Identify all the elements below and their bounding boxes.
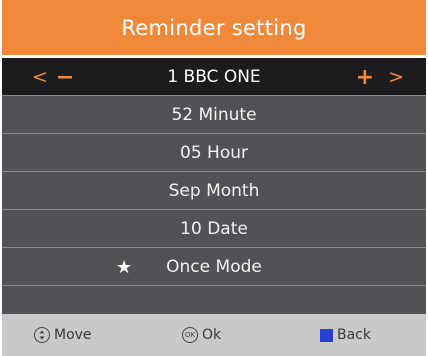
- move-hint: Move: [34, 314, 92, 356]
- minus-icon: −: [55, 64, 75, 90]
- reminder-setting-dialog: Reminder setting < − 1 BBC ONE + > 52 Mi…: [2, 0, 426, 356]
- chevron-left-icon: <: [32, 66, 48, 88]
- channel-decrement[interactable]: < −: [32, 58, 74, 96]
- move-label: Move: [54, 327, 92, 343]
- blue-key-icon: [320, 328, 333, 342]
- empty-row: [2, 286, 426, 314]
- date-row[interactable]: 10 Date: [2, 210, 426, 248]
- dialog-header: Reminder setting: [2, 0, 426, 58]
- date-value: 10 Date: [180, 218, 248, 239]
- minute-row[interactable]: 52 Minute: [2, 96, 426, 134]
- month-value: Sep Month: [168, 180, 260, 201]
- hour-row[interactable]: 05 Hour: [2, 134, 426, 172]
- back-label: Back: [337, 327, 371, 343]
- chevron-right-icon: >: [388, 66, 404, 88]
- ok-hint: OK Ok: [182, 314, 221, 356]
- back-hint: Back: [320, 314, 371, 356]
- plus-icon: +: [355, 64, 375, 90]
- star-icon: ★: [116, 256, 133, 278]
- mode-row[interactable]: ★ Once Mode: [2, 248, 426, 286]
- minute-value: 52 Minute: [171, 104, 257, 125]
- settings-list: < − 1 BBC ONE + > 52 Minute 05 Hour Sep …: [2, 58, 426, 314]
- navigation-pad-icon: [34, 327, 50, 343]
- hour-value: 05 Hour: [180, 142, 248, 163]
- mode-value: Once Mode: [166, 256, 262, 277]
- ok-button-icon: OK: [182, 327, 198, 343]
- month-row[interactable]: Sep Month: [2, 172, 426, 210]
- dialog-title: Reminder setting: [121, 15, 307, 40]
- channel-value: 1 BBC ONE: [167, 66, 261, 87]
- footer-hint-bar: Move OK Ok Back: [2, 314, 426, 356]
- channel-increment[interactable]: + >: [356, 58, 404, 96]
- channel-row[interactable]: < − 1 BBC ONE + >: [2, 58, 426, 96]
- ok-label: Ok: [202, 327, 222, 343]
